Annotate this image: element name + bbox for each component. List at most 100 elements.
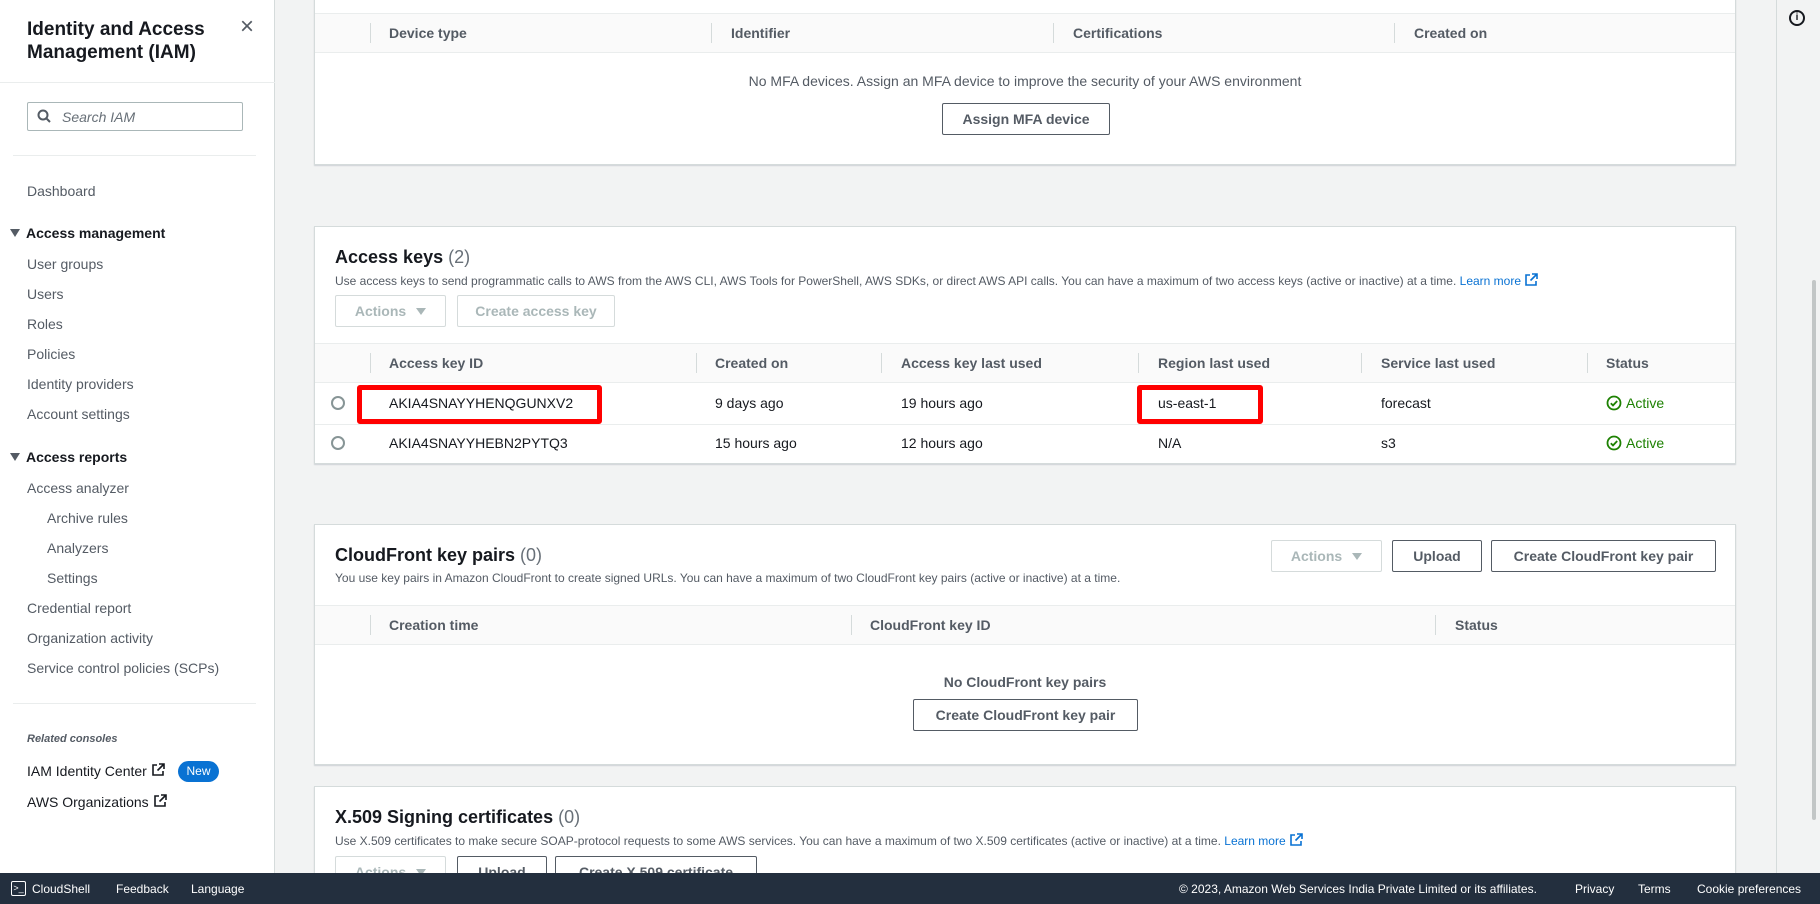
column-header: Status	[1455, 617, 1498, 633]
sidebar-title: Identity and Access Management (IAM)	[27, 19, 205, 63]
last-used: 12 hours ago	[901, 435, 983, 451]
upload-button[interactable]: Upload	[1392, 540, 1482, 572]
nav-organization-activity[interactable]: Organization activity	[27, 630, 153, 646]
nav-archive-rules[interactable]: Archive rules	[47, 510, 128, 526]
link-iam-identity-center[interactable]: IAM Identity Center	[27, 763, 165, 779]
link-aws-organizations[interactable]: AWS Organizations	[27, 794, 167, 810]
new-badge: New	[178, 761, 219, 782]
row-radio[interactable]	[331, 436, 345, 450]
cloudfront-table-header: Creation time CloudFront key ID Status	[315, 605, 1735, 645]
create-access-key-button[interactable]: Create access key	[457, 295, 615, 327]
column-header: CloudFront key ID	[870, 617, 991, 633]
row-radio[interactable]	[331, 396, 345, 410]
access-keys-title: Access keys (2)	[335, 247, 470, 268]
create-cloudfront-key-pair-button[interactable]: Create CloudFront key pair	[913, 699, 1138, 731]
access-keys-description: Use access keys to send programmatic cal…	[335, 273, 1539, 288]
column-header: Access key last used	[901, 355, 1042, 371]
language-link[interactable]: Language	[191, 882, 244, 896]
nav-account-settings[interactable]: Account settings	[27, 406, 130, 422]
column-divider	[1138, 353, 1139, 373]
cloudshell-link[interactable]: CloudShell	[32, 882, 90, 896]
nav-analyzers[interactable]: Analyzers	[47, 540, 108, 556]
actions-button[interactable]: Actions	[1271, 540, 1382, 572]
x509-description: Use X.509 certificates to make secure SO…	[335, 833, 1303, 848]
divider	[13, 155, 256, 156]
create-cloudfront-key-pair-button[interactable]: Create CloudFront key pair	[1491, 540, 1716, 572]
search-input[interactable]	[62, 107, 232, 127]
info-icon[interactable]: i	[1789, 10, 1805, 26]
search-box[interactable]	[27, 102, 243, 131]
cookie-preferences-link[interactable]: Cookie preferences	[1697, 882, 1801, 896]
cloudfront-title: CloudFront key pairs (0)	[335, 545, 542, 566]
cloudfront-description: You use key pairs in Amazon CloudFront t…	[335, 571, 1121, 585]
caret-down-icon	[416, 308, 427, 315]
nav-section-label: Access reports	[26, 449, 128, 465]
link-label: AWS Organizations	[27, 794, 149, 810]
divider	[0, 82, 275, 83]
close-icon[interactable]: ×	[236, 15, 258, 39]
access-keys-panel: Access keys (2) Use access keys to send …	[314, 226, 1736, 464]
nav-section-access-management[interactable]: Access management	[10, 225, 165, 241]
external-link-icon	[152, 763, 165, 776]
column-header: Device type	[389, 25, 467, 41]
divider	[13, 703, 256, 704]
last-used: 19 hours ago	[901, 395, 983, 411]
caret-down-icon	[1352, 553, 1363, 560]
column-divider	[370, 353, 371, 373]
cloudfront-empty-text: No CloudFront key pairs	[943, 674, 1107, 690]
mfa-empty-text: No MFA devices. Assign an MFA device to …	[748, 73, 1302, 89]
copyright-text: © 2023, Amazon Web Services India Privat…	[1179, 882, 1537, 896]
column-divider	[1435, 615, 1436, 635]
status-badge: Active	[1606, 435, 1664, 451]
column-header: Status	[1606, 355, 1649, 371]
external-link-icon	[1290, 833, 1303, 846]
description-text: Use access keys to send programmatic cal…	[335, 274, 1457, 288]
nav-policies[interactable]: Policies	[27, 346, 75, 362]
scrollbar[interactable]	[1812, 280, 1816, 820]
column-divider	[1587, 353, 1588, 373]
nav-section-access-reports[interactable]: Access reports	[10, 449, 127, 465]
column-header: Identifier	[731, 25, 791, 41]
created-on: 9 days ago	[715, 395, 784, 411]
column-header: Certifications	[1073, 25, 1163, 41]
privacy-link[interactable]: Privacy	[1575, 882, 1614, 896]
status-badge: Active	[1606, 395, 1664, 411]
column-divider	[370, 615, 371, 635]
section-count: (0)	[558, 807, 581, 827]
section-count: (2)	[448, 247, 471, 267]
nav-user-groups[interactable]: User groups	[27, 256, 103, 272]
link-label: Learn more	[1224, 834, 1286, 848]
column-header: Access key ID	[389, 355, 484, 371]
learn-more-link[interactable]: Learn more	[1224, 833, 1303, 848]
section-title: X.509 Signing certificates	[335, 807, 554, 827]
check-circle-icon	[1606, 395, 1622, 411]
button-label: Actions	[354, 303, 407, 319]
nav-roles[interactable]: Roles	[27, 316, 63, 332]
column-header: Created on	[1414, 25, 1488, 41]
section-title: Access keys	[335, 247, 444, 267]
column-header: Creation time	[389, 617, 479, 633]
created-on: 15 hours ago	[715, 435, 797, 451]
nav-scps[interactable]: Service control policies (SCPs)	[27, 660, 219, 676]
region-last-used: N/A	[1158, 435, 1182, 451]
assign-mfa-button[interactable]: Assign MFA device	[942, 103, 1110, 135]
mfa-table-header: Device type Identifier Certifications Cr…	[315, 13, 1735, 53]
nav-dashboard[interactable]: Dashboard	[27, 183, 96, 199]
nav-settings[interactable]: Settings	[47, 570, 98, 586]
learn-more-link[interactable]: Learn more	[1460, 273, 1539, 288]
terms-link[interactable]: Terms	[1638, 882, 1671, 896]
cloudshell-icon[interactable]: >_	[11, 881, 26, 896]
section-count: (0)	[520, 545, 543, 565]
status-label: Active	[1626, 435, 1665, 451]
nav-identity-providers[interactable]: Identity providers	[27, 376, 134, 392]
nav-access-analyzer[interactable]: Access analyzer	[27, 480, 129, 496]
feedback-link[interactable]: Feedback	[116, 882, 169, 896]
nav-credential-report[interactable]: Credential report	[27, 600, 131, 616]
row-divider	[315, 424, 1735, 425]
highlight-box	[1137, 385, 1263, 424]
x509-title: X.509 Signing certificates (0)	[335, 807, 580, 828]
column-divider	[696, 353, 697, 373]
column-header: Service last used	[1381, 355, 1496, 371]
nav-users[interactable]: Users	[27, 286, 64, 302]
actions-button[interactable]: Actions	[335, 295, 446, 327]
